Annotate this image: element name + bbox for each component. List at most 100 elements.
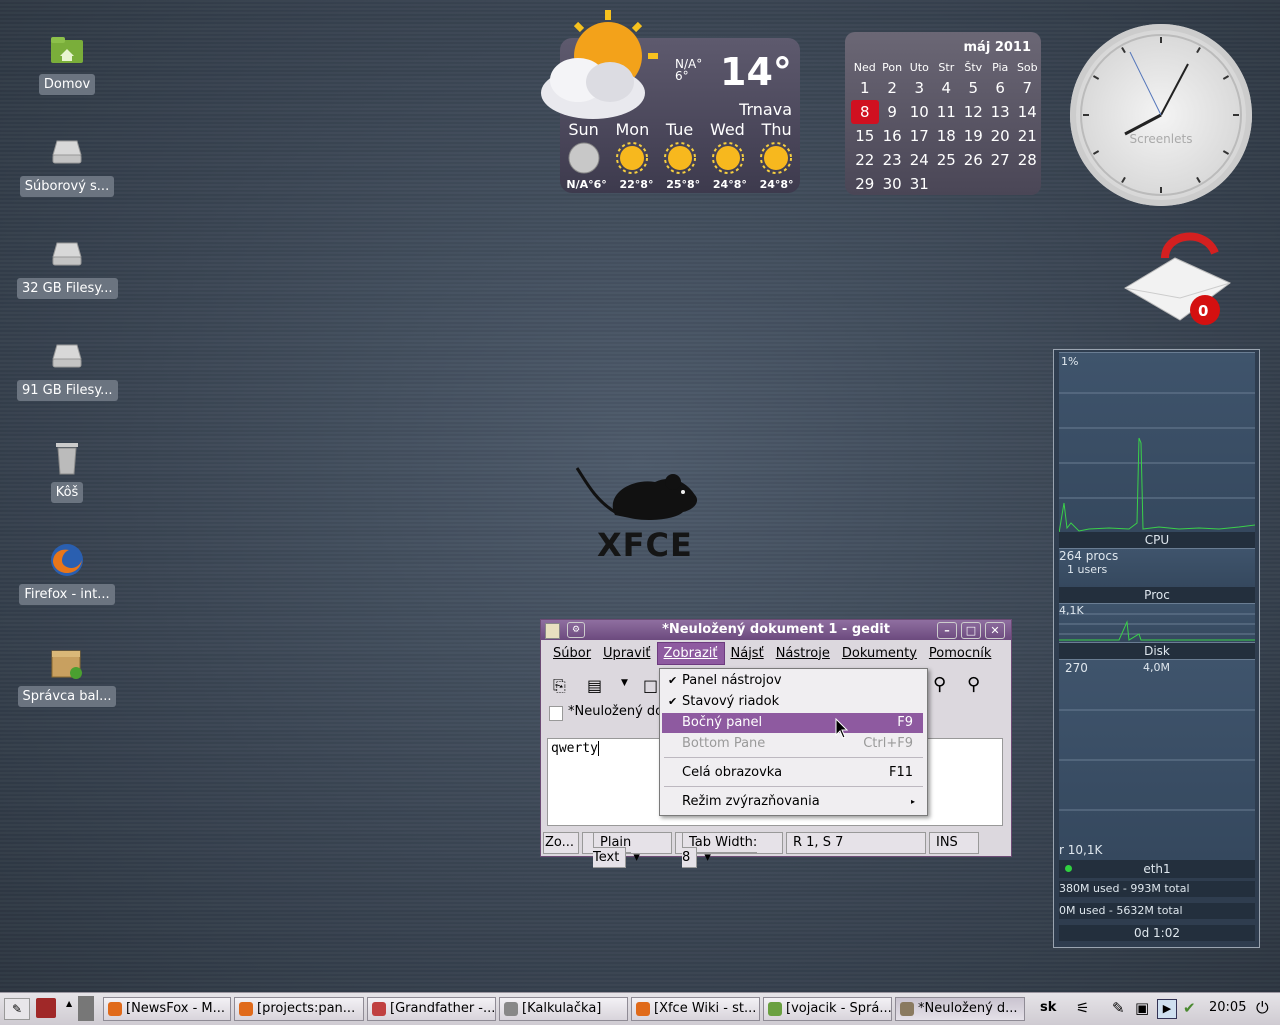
calendar-day[interactable] — [960, 172, 987, 196]
menu-view[interactable]: Zobraziť — [656, 641, 725, 665]
menu-help[interactable]: Pomocník — [923, 643, 997, 664]
taskbar-task[interactable]: [Kalkulačka] — [499, 997, 628, 1021]
calendar-day[interactable]: 25 — [933, 148, 960, 172]
shield-tray-icon[interactable]: ✔ — [1183, 999, 1196, 1017]
keyboard-layout[interactable]: sk — [1040, 1000, 1056, 1015]
calendar-day[interactable]: 24 — [906, 148, 933, 172]
calendar-day[interactable]: 14 — [1014, 100, 1041, 124]
new-document-icon[interactable]: ⎘ — [553, 676, 566, 696]
calendar-day[interactable]: 17 — [906, 124, 933, 148]
document-tab[interactable]: *Neuložený do — [568, 704, 663, 719]
view-menu-item-celá-obrazovka[interactable]: Celá obrazovka F11 — [662, 763, 923, 783]
calendar-day[interactable]: 20 — [987, 124, 1014, 148]
mail-widget[interactable]: 0 — [1120, 228, 1235, 326]
calendar-day[interactable]: 5 — [960, 76, 987, 100]
menu-tools[interactable]: Nástroje — [770, 643, 836, 664]
calendar-day[interactable]: 6 — [987, 76, 1014, 100]
calendar-day[interactable]: 29 — [851, 172, 879, 196]
menu-documents[interactable]: Dokumenty — [836, 643, 923, 664]
calendar-day[interactable] — [1014, 172, 1041, 196]
launcher-arrow-icon[interactable]: ▲ — [66, 999, 72, 1008]
calendar-widget[interactable]: máj 2011 Ned Pon Uto Str Štv Pia Sob 1 2 3 4 5 6 7 8 9 1… — [845, 32, 1041, 195]
close-button[interactable]: ✕ — [985, 622, 1005, 639]
calendar-day[interactable]: 23 — [879, 148, 906, 172]
desktop-icon-firefox[interactable]: Firefox - int... — [17, 540, 117, 605]
desktop-icon-label: Správca bal... — [17, 686, 117, 707]
desktop-icon-súborov[interactable]: Súborový s... — [17, 132, 117, 197]
menu-search[interactable]: Nájsť — [725, 643, 770, 664]
cpu-graph: 1% — [1059, 352, 1255, 536]
calendar-day[interactable]: 28 — [1014, 148, 1041, 172]
desktop-icon-kôš[interactable]: Kôš — [17, 438, 117, 503]
save-document-icon[interactable]: □ — [643, 676, 658, 695]
calendar-day[interactable]: 1 — [851, 76, 879, 100]
calendar-day[interactable]: 2 — [879, 76, 906, 100]
launcher-icon[interactable] — [36, 998, 56, 1018]
weather-forecast-temp: 22°8° — [619, 178, 654, 191]
calendar-day[interactable] — [933, 172, 960, 196]
calendar-day[interactable]: 27 — [987, 148, 1014, 172]
task-app-icon — [108, 1002, 122, 1016]
desktop-icon-domov[interactable]: Domov — [17, 30, 117, 95]
system-monitor-widget: 1% CPU 264 procs 1 users Proc 4,1K Disk … — [1053, 349, 1260, 948]
view-menu-item-bočný-panel[interactable]: Bočný panel F9 — [662, 713, 923, 733]
calendar-day[interactable]: 7 — [1014, 76, 1041, 100]
calendar-day[interactable]: 13 — [987, 100, 1014, 124]
calendar-day[interactable]: 10 — [906, 100, 933, 124]
minimize-button[interactable]: – — [937, 622, 957, 639]
calendar-day[interactable]: 21 — [1014, 124, 1041, 148]
open-dropdown-icon[interactable]: ▼ — [621, 678, 628, 688]
calendar-day[interactable]: 9 — [879, 100, 906, 124]
taskbar-task[interactable]: [Grandfather -... — [367, 997, 496, 1021]
window-menu-icon[interactable]: ⚙ — [567, 622, 585, 638]
desktop-icon-32[interactable]: 32 GB Filesy... — [17, 234, 118, 299]
desktop-icon-91[interactable]: 91 GB Filesy... — [17, 336, 118, 401]
media-player-tray-icon[interactable]: ▶ — [1157, 999, 1177, 1019]
taskbar-clock[interactable]: 20:05 — [1209, 1000, 1246, 1015]
gedit-app-icon[interactable] — [545, 623, 560, 639]
open-document-icon[interactable]: ▤ — [587, 676, 602, 695]
calendar-day[interactable]: 26 — [960, 148, 987, 172]
check-icon: ✔ — [668, 674, 678, 687]
calendar-day[interactable]: 8 — [851, 100, 879, 124]
calendar-day[interactable]: 15 — [851, 124, 879, 148]
calendar-day[interactable]: 12 — [960, 100, 987, 124]
taskbar-task[interactable]: [projects:pan... — [234, 997, 364, 1021]
calendar-day[interactable]: 18 — [933, 124, 960, 148]
clipboard-tray-icon[interactable]: ▣ — [1135, 999, 1149, 1017]
maximize-button[interactable]: □ — [961, 622, 981, 639]
taskbar-task[interactable]: [Xfce Wiki - st... — [631, 997, 760, 1021]
taskbar-task[interactable]: [NewsFox - M... — [103, 997, 231, 1021]
status-bar: Zo... Plain Text ▾ Tab Width: 8 ▾ R 1, S… — [543, 832, 1009, 868]
menu-edit[interactable]: Upraviť — [597, 643, 656, 664]
calendar-day[interactable] — [987, 172, 1014, 196]
window-titlebar[interactable]: ⚙ *Neuložený dokument 1 - gedit – □ ✕ — [541, 620, 1011, 640]
tab-width-selector[interactable]: Tab Width: 8 ▾ — [675, 832, 783, 868]
network-tray-icon[interactable]: ⚟ — [1076, 999, 1089, 1017]
view-menu-item-režim-zvýrazňovania[interactable]: Režim zvýrazňovania ▸ — [662, 792, 923, 812]
calendar-day[interactable]: 31 — [906, 172, 933, 196]
show-desktop-icon[interactable] — [78, 996, 94, 1021]
calendar-weekday: Uto — [909, 60, 929, 74]
calendar-day[interactable]: 19 — [960, 124, 987, 148]
view-menu-item-bottom-pane[interactable]: Bottom Pane Ctrl+F9 — [662, 734, 923, 754]
calendar-day[interactable]: 16 — [879, 124, 906, 148]
calendar-day[interactable]: 22 — [851, 148, 879, 172]
calendar-day[interactable]: 4 — [933, 76, 960, 100]
language-selector[interactable]: Plain Text ▾ — [582, 832, 672, 868]
pen-tray-icon[interactable]: ✎ — [1112, 999, 1125, 1017]
calendar-day[interactable]: 30 — [879, 172, 906, 196]
taskbar-task[interactable]: *Neuložený d... — [895, 997, 1025, 1021]
find-replace-icon[interactable]: ⚲ — [967, 674, 980, 695]
calendar-day[interactable]: 11 — [933, 100, 960, 124]
taskbar-task[interactable]: [vojacik - Sprá... — [763, 997, 892, 1021]
desktop-icon-správca[interactable]: Správca bal... — [17, 642, 117, 707]
view-menu-item-panel-nástrojov[interactable]: ✔ Panel nástrojov — [662, 671, 923, 691]
find-icon[interactable]: ⚲ — [933, 674, 946, 695]
menu-file[interactable]: Súbor — [547, 643, 597, 664]
view-menu-item-stavový-riadok[interactable]: ✔ Stavový riadok — [662, 692, 923, 712]
calendar-day[interactable]: 3 — [906, 76, 933, 100]
applications-menu-icon[interactable]: ✎ — [4, 998, 30, 1020]
logout-icon[interactable]: ⏻ — [1256, 998, 1269, 1018]
analog-clock-widget[interactable]: Screenlets — [1070, 24, 1252, 206]
